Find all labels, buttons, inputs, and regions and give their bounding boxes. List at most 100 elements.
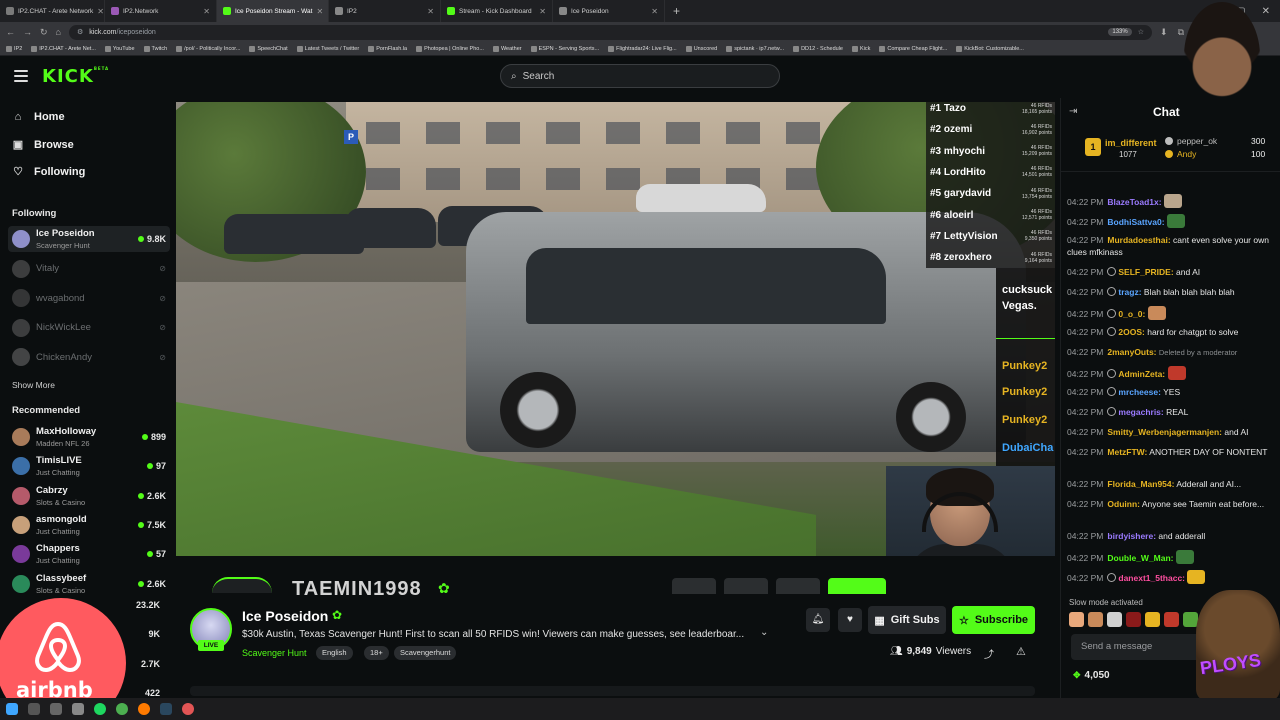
chat-username[interactable]: 2OOS: xyxy=(1118,327,1144,337)
bookmark-item[interactable]: YouTube xyxy=(104,45,135,52)
sidebar-channel-item[interactable]: wvagabond ⊘ xyxy=(8,285,170,311)
share-icon[interactable]: ⤴ xyxy=(984,646,994,661)
bookmark-item[interactable]: KickBot: Customizable... xyxy=(956,45,1024,52)
chat-username[interactable]: MetzFTW: xyxy=(1107,447,1147,457)
back-icon[interactable]: ← xyxy=(6,27,15,37)
top-gifter-name[interactable]: im_different xyxy=(1105,138,1157,148)
channel-points[interactable]: ✥ 4,050 xyxy=(1073,670,1110,681)
forward-icon[interactable]: → xyxy=(23,27,32,37)
stream-category-link[interactable]: Scavenger Hunt xyxy=(242,648,307,658)
sidebar-channel-item[interactable]: Cabrzy Slots & Casino 2.6K xyxy=(8,483,170,509)
tab-close-icon[interactable]: ✕ xyxy=(651,7,658,16)
chat-username[interactable]: 0_o_0: xyxy=(1118,309,1145,319)
start-menu-icon[interactable] xyxy=(6,703,18,715)
browser-tab[interactable]: Stream - Kick Dashboard ✕ xyxy=(441,0,553,22)
bookmark-item[interactable]: Compare Cheap Flight... xyxy=(879,45,947,52)
taskbar-app-icon[interactable] xyxy=(72,703,84,715)
emote-quick-3[interactable] xyxy=(1107,612,1122,627)
tab-close-icon[interactable]: ✕ xyxy=(539,7,546,16)
taskbar-search-icon[interactable] xyxy=(28,703,40,715)
emote-quick-5[interactable] xyxy=(1145,612,1160,627)
chat-username[interactable]: AdminZeta: xyxy=(1118,369,1165,379)
emote-quick-2[interactable] xyxy=(1088,612,1103,627)
bookmark-item[interactable]: Photopea | Online Pho... xyxy=(416,45,484,52)
chat-username[interactable]: megachris: xyxy=(1118,407,1163,417)
chat-username[interactable]: danext1_5thacc: xyxy=(1118,573,1185,583)
chat-username[interactable]: Double_W_Man: xyxy=(1107,553,1173,563)
chat-username[interactable]: Smitty_Werbenjagermanjen: xyxy=(1107,427,1222,437)
browser-tab[interactable]: IP2.Network ✕ xyxy=(105,0,217,22)
new-tab-button[interactable]: + xyxy=(665,4,688,18)
bookmark-item[interactable]: ESPN - Serving Sports... xyxy=(530,45,599,52)
bookmark-item[interactable]: SpeechChat xyxy=(249,45,288,52)
gifter-row[interactable]: pepper_ok xyxy=(1165,136,1217,146)
sidebar-nav-following[interactable]: ♡ Following xyxy=(12,165,85,179)
sidebar-nav-home[interactable]: ⌂ Home xyxy=(12,111,65,123)
chat-username[interactable]: SELF_PRIDE: xyxy=(1118,267,1173,277)
sidebar-channel-item[interactable]: NickWickLee ⊘ xyxy=(8,315,170,341)
sidebar-channel-item[interactable]: Chappers Just Chatting 57 xyxy=(8,541,170,567)
browser-tab[interactable]: IP2.CHAT - Arete Network ✕ xyxy=(0,0,105,22)
tab-close-icon[interactable]: ✕ xyxy=(427,7,434,16)
steam-icon[interactable] xyxy=(160,703,172,715)
chat-username[interactable]: mrcheese: xyxy=(1118,387,1161,397)
bookmark-item[interactable]: Twitch xyxy=(143,45,167,52)
home-browser-icon[interactable]: ⌂ xyxy=(56,27,61,37)
bookmark-item[interactable]: Weather xyxy=(492,45,522,52)
stream-tag[interactable]: English xyxy=(316,646,353,660)
close-window-icon[interactable]: ✕ xyxy=(1262,6,1270,17)
url-field[interactable]: ⚙ kick.com/iceposeidon 133% ☆ xyxy=(68,24,1153,40)
browser-tab[interactable]: Ice Poseidon Stream - Wat ✕ xyxy=(217,0,329,22)
bookmark-item[interactable]: DD12 - Schedule xyxy=(793,45,843,52)
emote-quick-1[interactable] xyxy=(1069,612,1084,627)
chat-username[interactable]: BlazeToad1x: xyxy=(1107,197,1161,207)
chat-username[interactable]: tragz: xyxy=(1118,287,1141,297)
zoom-badge[interactable]: 133% xyxy=(1108,28,1132,36)
stream-tag[interactable]: 18+ xyxy=(364,646,389,660)
chat-username[interactable]: Oduinn: xyxy=(1107,499,1140,509)
download-icon[interactable]: ⬇ xyxy=(1160,27,1168,38)
sidebar-channel-item[interactable]: MaxHolloway Madden NFL 26 899 xyxy=(8,424,170,450)
sidebar-channel-item[interactable]: Classybeef Slots & Casino 2.6K xyxy=(8,571,170,597)
bookmark-item[interactable]: IP2 xyxy=(6,45,22,52)
sidebar-channel-item[interactable]: asmongold Just Chatting 7.5K xyxy=(8,512,170,538)
report-icon[interactable]: ⚠ xyxy=(1016,645,1026,658)
reload-icon[interactable]: ↻ xyxy=(40,27,48,38)
streamer-name[interactable]: Ice Poseidon xyxy=(242,608,328,624)
gift-subs-button[interactable]: ▦ Gift Subs xyxy=(868,606,946,634)
chat-username[interactable]: birdyishere: xyxy=(1107,531,1156,541)
task-view-icon[interactable] xyxy=(50,703,62,715)
menu-icon[interactable] xyxy=(14,70,28,82)
sidebar-channel-item[interactable]: ChickenAndy ⊘ xyxy=(8,344,170,370)
gifter-row[interactable]: Andy xyxy=(1165,149,1196,159)
chevron-down-icon[interactable]: ⌄ xyxy=(760,627,768,638)
taskbar-app-icon-2[interactable] xyxy=(182,703,194,715)
bookmark-star-icon[interactable]: ☆ xyxy=(1138,28,1144,36)
chat-username[interactable]: BodhiSattva0: xyxy=(1107,217,1164,227)
tab-close-icon[interactable]: ✕ xyxy=(203,7,210,16)
collapse-chat-icon[interactable]: ⇥ xyxy=(1069,106,1077,117)
browser-tab[interactable]: IP2 ✕ xyxy=(329,0,441,22)
bookmark-item[interactable]: Unscored xyxy=(685,45,717,52)
video-player[interactable]: P #1 Tazo 46 RFIDs 18,165 points #2 ozemi 46… xyxy=(176,102,1055,556)
show-more-link[interactable]: Show More xyxy=(12,380,55,390)
kick-logo[interactable]: KICKBETA xyxy=(42,66,109,87)
bookmark-item[interactable]: /pol/ - Politically Incor... xyxy=(176,45,240,52)
chrome-icon[interactable] xyxy=(116,703,128,715)
chat-username[interactable]: 2manyOuts: xyxy=(1107,347,1156,357)
chat-username[interactable]: Murdadoesthai: xyxy=(1107,235,1170,245)
search-input[interactable]: ⌕ Search xyxy=(500,64,780,88)
tab-close-icon[interactable]: ✕ xyxy=(97,7,104,16)
subscribe-button[interactable]: ☆ Subscribe xyxy=(952,606,1035,634)
stream-tag[interactable]: Scavengerhunt xyxy=(394,646,457,660)
bookmark-item[interactable]: Latest Tweets / Twitter xyxy=(296,45,359,52)
bookmark-item[interactable]: IP2.CHAT - Arete Net... xyxy=(31,45,96,52)
tab-close-icon[interactable]: ✕ xyxy=(316,7,323,16)
sidebar-channel-item[interactable]: Vitaly ⊘ xyxy=(8,256,170,282)
firefox-icon[interactable] xyxy=(138,703,150,715)
follow-heart-icon[interactable]: ♥ xyxy=(838,608,862,632)
emote-quick-4[interactable] xyxy=(1126,612,1141,627)
sidebar-channel-item[interactable]: Ice Poseidon Scavenger Hunt 9.8K xyxy=(8,226,170,252)
bookmark-item[interactable]: spictank · ip7.netw... xyxy=(726,45,784,52)
bookmark-item[interactable]: Kick xyxy=(851,45,870,52)
